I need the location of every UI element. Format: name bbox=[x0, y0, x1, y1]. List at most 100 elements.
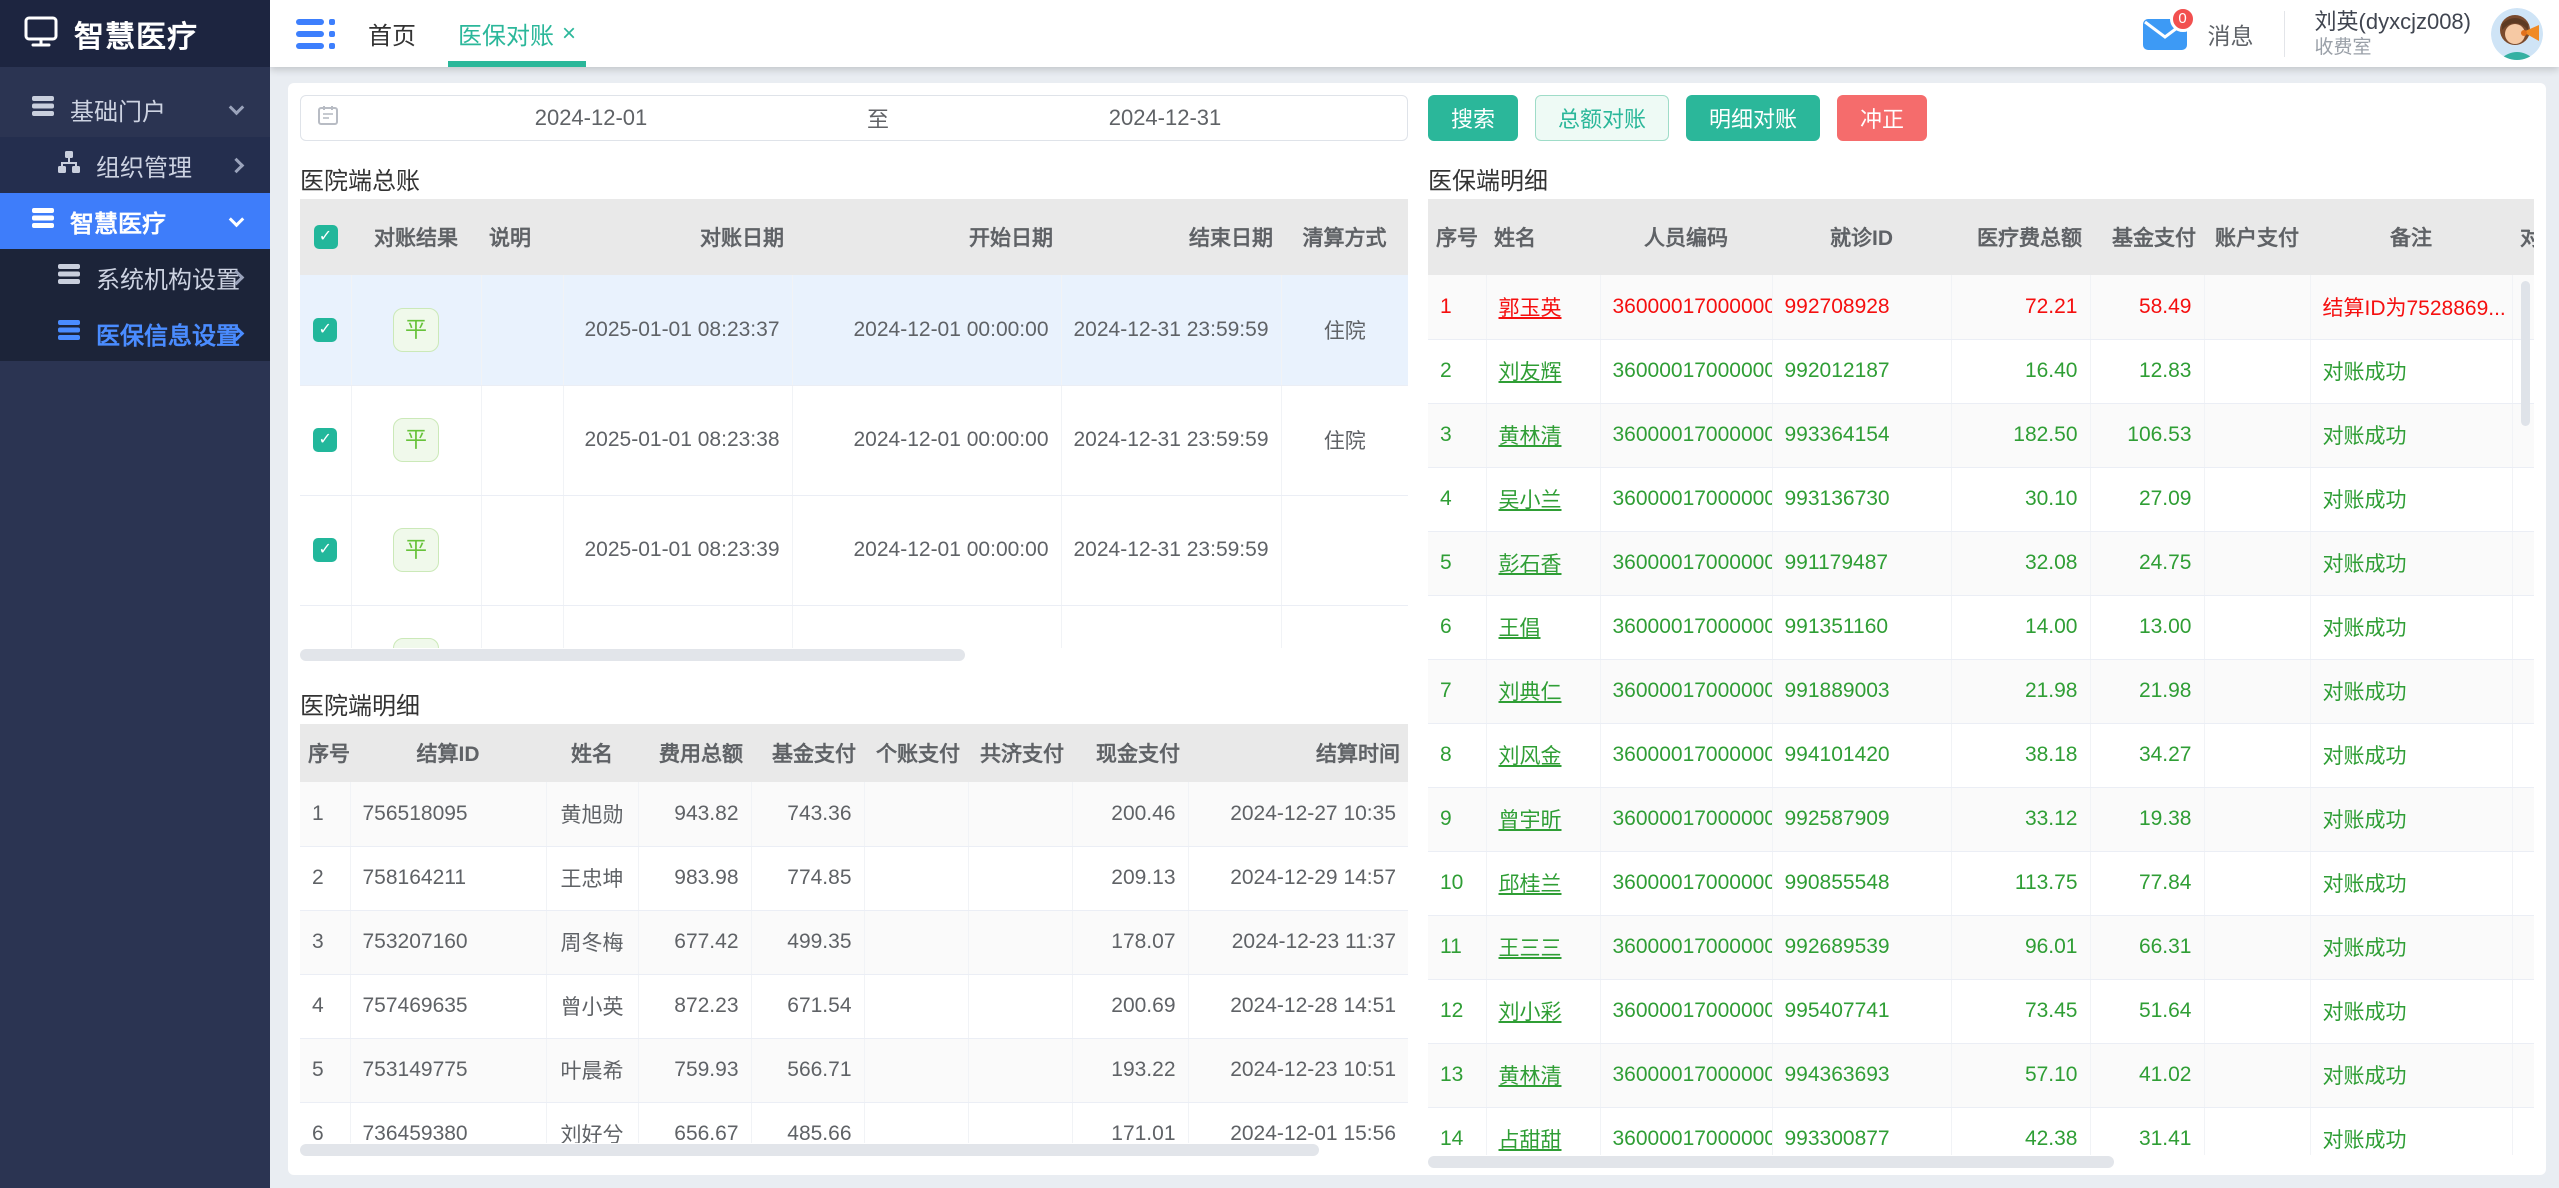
row-checkbox[interactable] bbox=[313, 428, 337, 452]
patient-name-link[interactable]: 刘风金 bbox=[1499, 745, 1562, 768]
recon-result-badge: 平 bbox=[393, 528, 439, 572]
visit-id-cell: 992012187 bbox=[1772, 339, 1951, 403]
insurance-detail-row[interactable]: 11 王三三 36000017000000... 992689539 96.01… bbox=[1428, 915, 2534, 979]
personal-pay-cell bbox=[864, 846, 968, 910]
patient-name-link[interactable]: 邱桂兰 bbox=[1499, 873, 1562, 896]
insurance-detail-row[interactable]: 5 彭石香 36000017000000... 991179487 32.08 … bbox=[1428, 531, 2534, 595]
insurance-detail-row[interactable]: 13 黄林清 36000017000000... 994363693 57.10… bbox=[1428, 1043, 2534, 1107]
ledger-row[interactable]: 平 bbox=[300, 605, 1408, 648]
hospital-ledger-table: 对账结果 说明 对账日期 开始日期 结束日期 清算方式 bbox=[300, 199, 1408, 648]
collapse-menu-icon[interactable] bbox=[296, 13, 336, 55]
detail-reconciliation-button[interactable]: 明细对账 bbox=[1686, 95, 1820, 141]
scrollbar-thumb[interactable] bbox=[300, 1144, 1319, 1156]
insurance-detail-row[interactable]: 8 刘风金 36000017000000... 994101420 38.18 … bbox=[1428, 723, 2534, 787]
date-end-value[interactable]: 2024-12-31 bbox=[923, 105, 1407, 131]
hospital-detail-row[interactable]: 1 756518095 黄旭勋 943.82 743.36 200.46 202… bbox=[300, 782, 1408, 846]
patient-name-link[interactable]: 曾宇昕 bbox=[1499, 809, 1562, 832]
user-info[interactable]: 刘英(dyxcjz008) 收费室 bbox=[2315, 8, 2471, 60]
patient-name-link[interactable]: 王三三 bbox=[1499, 937, 1562, 960]
recon-date-cell bbox=[563, 605, 792, 648]
tab-close-icon[interactable]: × bbox=[562, 20, 576, 48]
hospital-detail-row[interactable]: 4 757469635 曾小英 872.23 671.54 200.69 202… bbox=[300, 974, 1408, 1038]
total-reconciliation-button[interactable]: 总额对账 bbox=[1535, 95, 1669, 141]
sidebar-item-smart-medical[interactable]: 智慧医疗 bbox=[0, 193, 270, 249]
hospital-detail-row[interactable]: 3 753207160 周冬梅 677.42 499.35 178.07 202… bbox=[300, 910, 1408, 974]
envelope-icon[interactable]: 0 bbox=[2142, 16, 2188, 52]
remark-cell: 对账成功 bbox=[2310, 339, 2512, 403]
ledger-row[interactable]: 平 2025-01-01 08:23:38 2024-12-01 00:00:0… bbox=[300, 385, 1408, 495]
ledger-row[interactable]: 平 2025-01-01 08:23:37 2024-12-01 00:00:0… bbox=[300, 275, 1408, 385]
end-date-cell: 2024-12-31 23:59:59 bbox=[1061, 275, 1281, 385]
reverse-button[interactable]: 冲正 bbox=[1837, 95, 1927, 141]
insurance-detail-row[interactable]: 10 邱桂兰 36000017000000... 990855548 113.7… bbox=[1428, 851, 2534, 915]
hospital-detail-row[interactable]: 2 758164211 王忠坤 983.98 774.85 209.13 202… bbox=[300, 846, 1408, 910]
insurance-detail-row[interactable]: 6 王倡 36000017000000... 991351160 14.00 1… bbox=[1428, 595, 2534, 659]
user-avatar[interactable] bbox=[2491, 8, 2543, 60]
hospital-detail-row[interactable]: 5 753149775 叶晨希 759.93 566.71 193.22 202… bbox=[300, 1038, 1408, 1102]
patient-name-link[interactable]: 黄林清 bbox=[1499, 1065, 1562, 1088]
patient-name-link[interactable]: 郭玉英 bbox=[1499, 297, 1562, 320]
patient-name-link[interactable]: 刘典仁 bbox=[1499, 681, 1562, 704]
column-header: 基金支付 bbox=[751, 724, 864, 782]
fund-pay-cell: 499.35 bbox=[751, 910, 864, 974]
person-code-cell: 36000017000000... bbox=[1600, 531, 1772, 595]
personal-pay-cell bbox=[864, 1038, 968, 1102]
insurance-side-column: 医保端明细 序号 姓名 人员编码 就诊ID 医疗费总额 基金支付 账户支付 bbox=[1428, 168, 2534, 1168]
patient-name-link[interactable]: 黄林清 bbox=[1499, 425, 1562, 448]
sidebar-item-system-org-settings[interactable]: 系统机构设置 bbox=[0, 249, 270, 305]
row-number-cell: 6 bbox=[1428, 595, 1486, 659]
extra-cell bbox=[2512, 787, 2534, 851]
fund-pay-cell: 485.66 bbox=[751, 1102, 864, 1143]
insurance-detail-row[interactable]: 7 刘典仁 36000017000000... 991889003 21.98 … bbox=[1428, 659, 2534, 723]
row-number-cell: 4 bbox=[1428, 467, 1486, 531]
row-checkbox[interactable] bbox=[313, 538, 337, 562]
sidebar-item-basic-portal[interactable]: 基础门户 bbox=[0, 81, 270, 137]
patient-name-link[interactable]: 刘小彩 bbox=[1499, 1001, 1562, 1024]
settle-id-cell: 758164211 bbox=[350, 846, 546, 910]
insurance-detail-row[interactable]: 3 黄林清 36000017000000... 993364154 182.50… bbox=[1428, 403, 2534, 467]
patient-name-link[interactable]: 占甜甜 bbox=[1499, 1129, 1562, 1152]
patient-name-link[interactable]: 彭石香 bbox=[1499, 553, 1562, 576]
settle-id-cell: 753149775 bbox=[350, 1038, 546, 1102]
vertical-scrollbar-thumb[interactable] bbox=[2521, 281, 2530, 426]
tab-home[interactable]: 首页 bbox=[364, 0, 420, 67]
sidebar-item-label: 基础门户 bbox=[70, 92, 166, 127]
horizontal-scrollbar bbox=[300, 1144, 1408, 1156]
insurance-detail-row[interactable]: 9 曾宇昕 36000017000000... 992587909 33.12 … bbox=[1428, 787, 2534, 851]
select-all-checkbox[interactable] bbox=[314, 225, 338, 249]
fund-pay-cell: 77.84 bbox=[2090, 851, 2204, 915]
row-number-cell: 12 bbox=[1428, 979, 1486, 1043]
message-label[interactable]: 消息 bbox=[2208, 17, 2254, 51]
recon-date-cell: 2025-01-01 08:23:39 bbox=[563, 495, 792, 605]
scrollbar-thumb[interactable] bbox=[300, 649, 965, 661]
insurance-detail-row[interactable]: 2 刘友辉 36000017000000... 992012187 16.40 … bbox=[1428, 339, 2534, 403]
row-checkbox[interactable] bbox=[313, 318, 337, 342]
person-code-cell: 36000017000000... bbox=[1600, 851, 1772, 915]
column-header: 结束日期 bbox=[1061, 199, 1281, 275]
patient-name-link[interactable]: 王倡 bbox=[1499, 617, 1541, 640]
cash-pay-cell: 200.46 bbox=[1072, 782, 1188, 846]
remark-cell: 对账成功 bbox=[2310, 1043, 2512, 1107]
date-range-input[interactable]: 2024-12-01 至 2024-12-31 bbox=[300, 95, 1408, 141]
horizontal-scrollbar bbox=[300, 649, 1408, 661]
hospital-detail-row[interactable]: 6 736459380 刘好兮 656.67 485.66 171.01 202… bbox=[300, 1102, 1408, 1143]
insurance-detail-row[interactable]: 4 吴小兰 36000017000000... 993136730 30.10 … bbox=[1428, 467, 2534, 531]
date-start-value[interactable]: 2024-12-01 bbox=[349, 105, 833, 131]
extra-cell bbox=[2512, 1107, 2534, 1155]
search-button[interactable]: 搜索 bbox=[1428, 95, 1518, 141]
end-date-cell: 2024-12-31 23:59:59 bbox=[1061, 385, 1281, 495]
sidebar-item-org-management[interactable]: 组织管理 bbox=[0, 137, 270, 193]
patient-name-link[interactable]: 吴小兰 bbox=[1499, 489, 1562, 512]
visit-id-cell: 993364154 bbox=[1772, 403, 1951, 467]
insurance-detail-row[interactable]: 12 刘小彩 36000017000000... 995407741 73.45… bbox=[1428, 979, 2534, 1043]
insurance-detail-row[interactable]: 14 占甜甜 36000017000000 993300877 42.38 31… bbox=[1428, 1107, 2534, 1155]
column-header: 账户支付 bbox=[2204, 199, 2310, 275]
sidebar-item-insurance-info-settings[interactable]: 医保信息设置 bbox=[0, 305, 270, 361]
person-code-cell: 36000017000000... bbox=[1600, 787, 1772, 851]
tab-insurance-reconciliation[interactable]: 医保对账 × bbox=[454, 0, 580, 67]
patient-name-link[interactable]: 刘友辉 bbox=[1499, 361, 1562, 384]
scrollbar-thumb[interactable] bbox=[1428, 1156, 2114, 1168]
calendar-icon bbox=[317, 104, 339, 132]
ledger-row[interactable]: 平 2025-01-01 08:23:39 2024-12-01 00:00:0… bbox=[300, 495, 1408, 605]
insurance-detail-row[interactable]: 1 郭玉英 36000017000000... 992708928 72.21 … bbox=[1428, 275, 2534, 339]
